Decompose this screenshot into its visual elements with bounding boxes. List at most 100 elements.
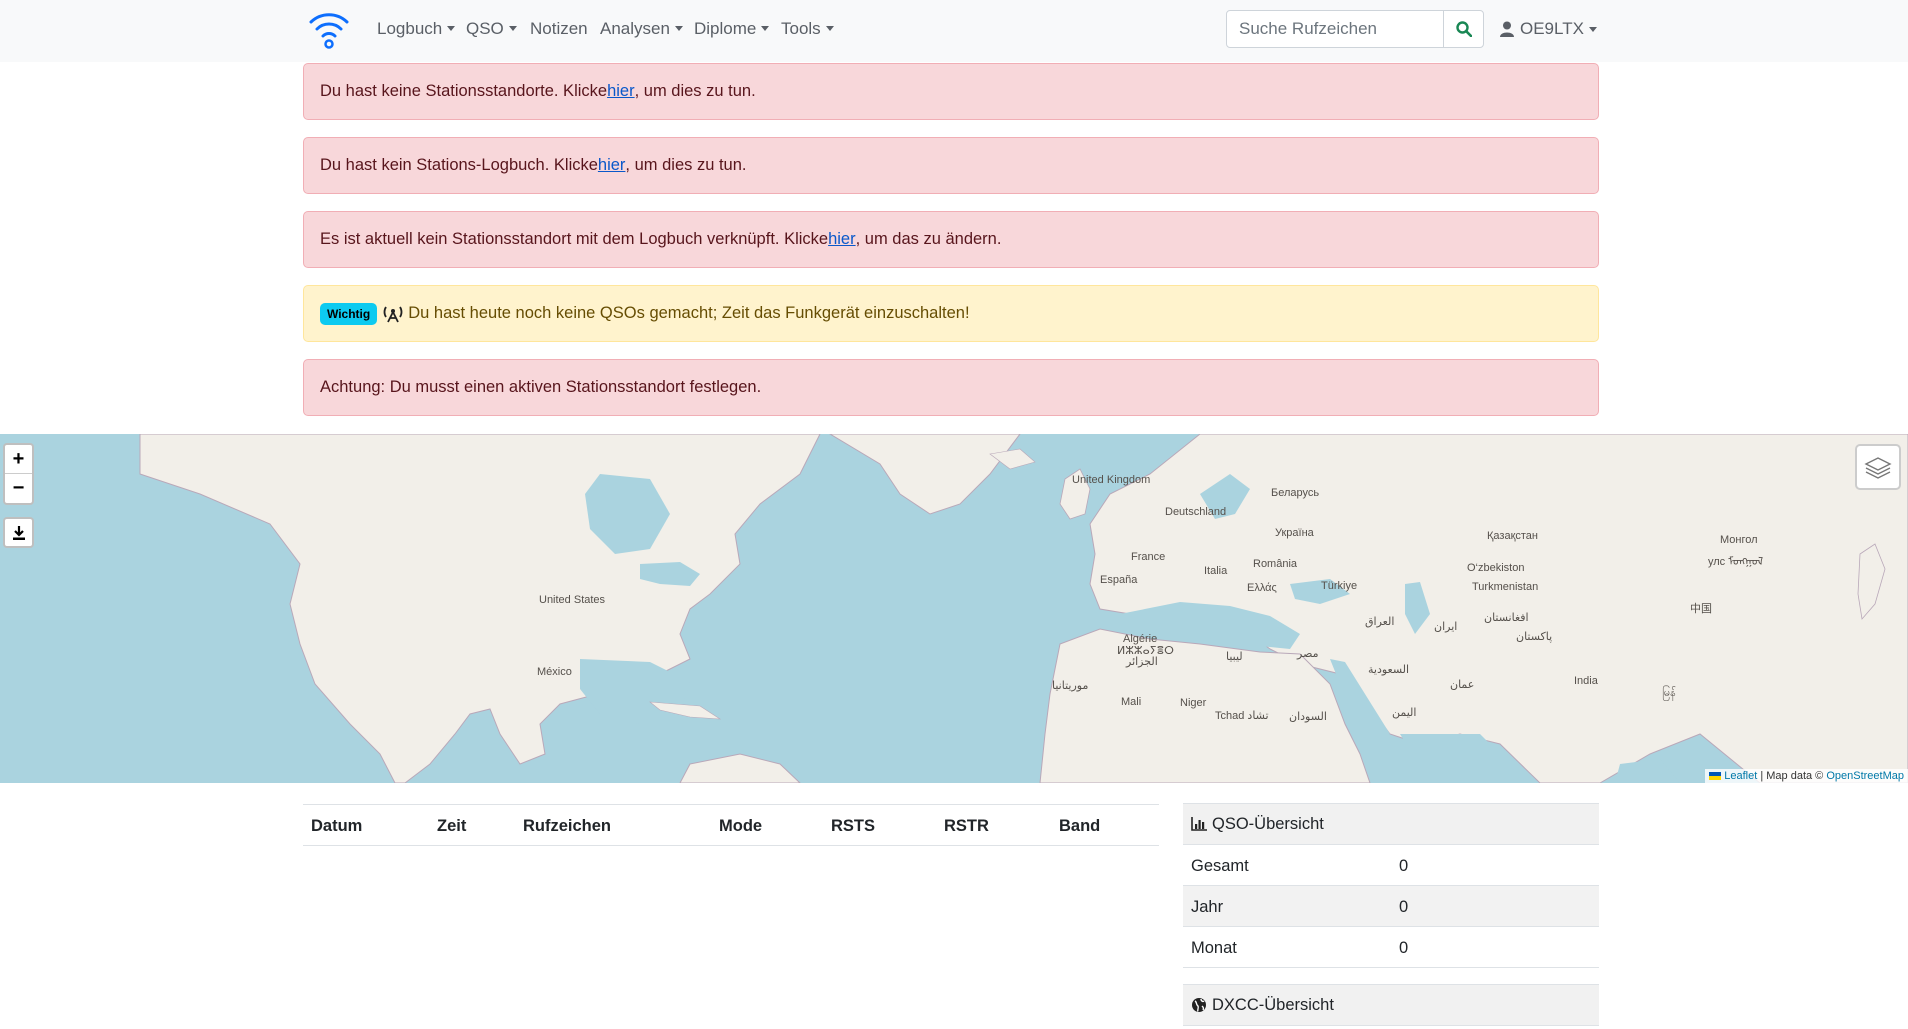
- world-map[interactable]: United Kingdom Беларусь Deutschland Укра…: [0, 434, 1908, 783]
- map-label: India: [1574, 675, 1598, 687]
- map-attribution: Leaflet | Map data © OpenStreetMap: [1705, 769, 1908, 783]
- wifi-signal-logo-icon[interactable]: [308, 8, 350, 50]
- alert-no-qsos-today: Wichtig Du hast heute noch keine QSOs ge…: [303, 285, 1599, 342]
- ukraine-flag-icon: [1709, 772, 1722, 780]
- map-label: Niger: [1180, 697, 1207, 709]
- important-badge: Wichtig: [320, 302, 378, 325]
- map-label: Қазақстан: [1487, 530, 1538, 542]
- map-label: España: [1100, 574, 1138, 586]
- dxcc-summary-title: DXCC-Übersicht: [1212, 995, 1334, 1014]
- nav-logbuch[interactable]: Logbuch: [377, 19, 455, 39]
- map-label: ليبيا: [1226, 651, 1243, 663]
- bar-chart-icon: [1191, 817, 1207, 831]
- map-label: México: [537, 666, 572, 678]
- summary-value: 0: [1399, 857, 1409, 875]
- summary-row-gesamt: Gesamt 0: [1183, 845, 1599, 886]
- dxcc-summary-table: DXCC-Übersicht: [1183, 984, 1599, 1026]
- alert-text: Du hast keine Stationsstandorte. Klicke: [320, 82, 608, 100]
- map-label: الجزائر: [1126, 656, 1158, 668]
- leaflet-link[interactable]: Leaflet: [1724, 770, 1757, 782]
- alert-text: Du hast heute noch keine QSOs gemacht; Z…: [408, 304, 970, 322]
- recent-qso-table: Datum Zeit Rufzeichen Mode RSTS RSTR Ban…: [303, 804, 1159, 846]
- map-label: مصر: [1297, 648, 1319, 660]
- search-icon: [1455, 21, 1472, 37]
- alert-no-station-locations: Du hast keine Stationsstandorte. Klicke …: [303, 63, 1599, 120]
- map-label: Turkmenistan: [1472, 581, 1539, 593]
- download-button[interactable]: [3, 517, 34, 548]
- alert-no-location-linked: Es ist aktuell kein Stationsstandort mit…: [303, 211, 1599, 268]
- column-header-datum[interactable]: Datum: [311, 817, 362, 836]
- map-label: افغانستان: [1484, 612, 1529, 624]
- alert-text: Es ist aktuell kein Stationsstandort mit…: [320, 230, 829, 248]
- map-tiles: [139, 434, 1908, 783]
- map-label: Ελλάς: [1247, 582, 1277, 594]
- map-label: Türkiye: [1321, 580, 1358, 592]
- zoom-in-button[interactable]: +: [5, 445, 32, 474]
- column-header-rstr[interactable]: RSTR: [944, 817, 989, 836]
- qso-summary-header: QSO-Übersicht: [1183, 803, 1599, 845]
- qso-summary-title: QSO-Übersicht: [1212, 814, 1324, 833]
- map-label: улс ᠮᠣᠩᠭᠣᠯ: [1708, 556, 1764, 568]
- map-label: ایران: [1434, 621, 1458, 633]
- map-label: မြန်: [1662, 687, 1676, 699]
- navbar: Logbuch QSO Notizen Analysen Diplome Too…: [0, 0, 1908, 62]
- alert-text: , um dies zu tun.: [625, 156, 747, 174]
- map-label: France: [1131, 551, 1166, 563]
- globe-icon: [1192, 998, 1206, 1012]
- column-header-mode[interactable]: Mode: [719, 817, 762, 836]
- map-label: العراق: [1365, 616, 1395, 628]
- qso-summary-table: QSO-Übersicht Gesamt 0 Jahr 0 Monat 0: [1183, 803, 1599, 968]
- callsign-search-input[interactable]: [1226, 10, 1444, 48]
- nav-qso[interactable]: QSO: [466, 19, 517, 39]
- alert-link-here[interactable]: hier: [598, 156, 626, 175]
- map-label: 中国: [1690, 603, 1712, 615]
- map-label: عمان: [1450, 679, 1475, 691]
- column-header-rsts[interactable]: RSTS: [831, 817, 875, 836]
- download-icon: [12, 525, 25, 540]
- map-label: Deutschland: [1165, 506, 1227, 518]
- column-header-rufzeichen[interactable]: Rufzeichen: [523, 817, 611, 836]
- layers-button[interactable]: [1855, 444, 1901, 490]
- map-label: United Kingdom: [1072, 474, 1151, 486]
- antenna-icon: [383, 306, 403, 322]
- alert-text: , um dies zu tun.: [634, 82, 756, 100]
- map-label: Mali: [1121, 696, 1142, 708]
- attribution-text: | Map data ©: [1757, 770, 1827, 782]
- user-callsign: OE9LTX: [1520, 19, 1584, 38]
- map-label: România: [1253, 558, 1298, 570]
- nav-notizen[interactable]: Notizen: [530, 19, 588, 39]
- nav-analysen[interactable]: Analysen: [600, 19, 683, 39]
- alert-link-here[interactable]: hier: [607, 82, 635, 101]
- map-label: موريتانيا: [1052, 680, 1089, 692]
- alert-set-active-station: Achtung: Du musst einen aktiven Stations…: [303, 359, 1599, 416]
- alert-text: , um das zu ändern.: [855, 230, 1002, 248]
- alert-link-here[interactable]: hier: [828, 230, 856, 249]
- map-label: Монгол: [1720, 534, 1758, 546]
- column-header-band[interactable]: Band: [1059, 817, 1100, 836]
- search-button[interactable]: [1443, 10, 1484, 48]
- summary-label: Monat: [1191, 939, 1237, 957]
- map-label: اليمن: [1392, 707, 1417, 719]
- nav-diplome[interactable]: Diplome: [694, 19, 769, 39]
- zoom-out-button[interactable]: −: [5, 474, 32, 503]
- openstreetmap-link[interactable]: OpenStreetMap: [1826, 770, 1904, 782]
- map-label: پاکستان: [1516, 631, 1553, 643]
- summary-row-monat: Monat 0: [1183, 927, 1599, 968]
- dxcc-summary-header: DXCC-Übersicht: [1183, 984, 1599, 1026]
- map-label: السودان: [1289, 711, 1327, 723]
- alert-text: Achtung: Du musst einen aktiven Stations…: [320, 378, 762, 396]
- zoom-control: + −: [3, 443, 34, 505]
- summary-value: 0: [1399, 898, 1409, 916]
- column-header-zeit[interactable]: Zeit: [437, 817, 466, 836]
- user-menu[interactable]: OE9LTX: [1500, 19, 1597, 39]
- map-label: United States: [539, 594, 606, 606]
- summary-value: 0: [1399, 939, 1409, 957]
- table-header-row: Datum Zeit Rufzeichen Mode RSTS RSTR Ban…: [303, 805, 1159, 846]
- alert-text: Du hast kein Stations-Logbuch. Klicke: [320, 156, 598, 174]
- nav-tools[interactable]: Tools: [781, 19, 834, 39]
- layers-icon: [1864, 457, 1892, 479]
- map-label: السعودية: [1368, 664, 1410, 676]
- map-label: Україна: [1275, 527, 1314, 539]
- map-label: Italia: [1204, 565, 1228, 577]
- user-icon: [1500, 21, 1514, 37]
